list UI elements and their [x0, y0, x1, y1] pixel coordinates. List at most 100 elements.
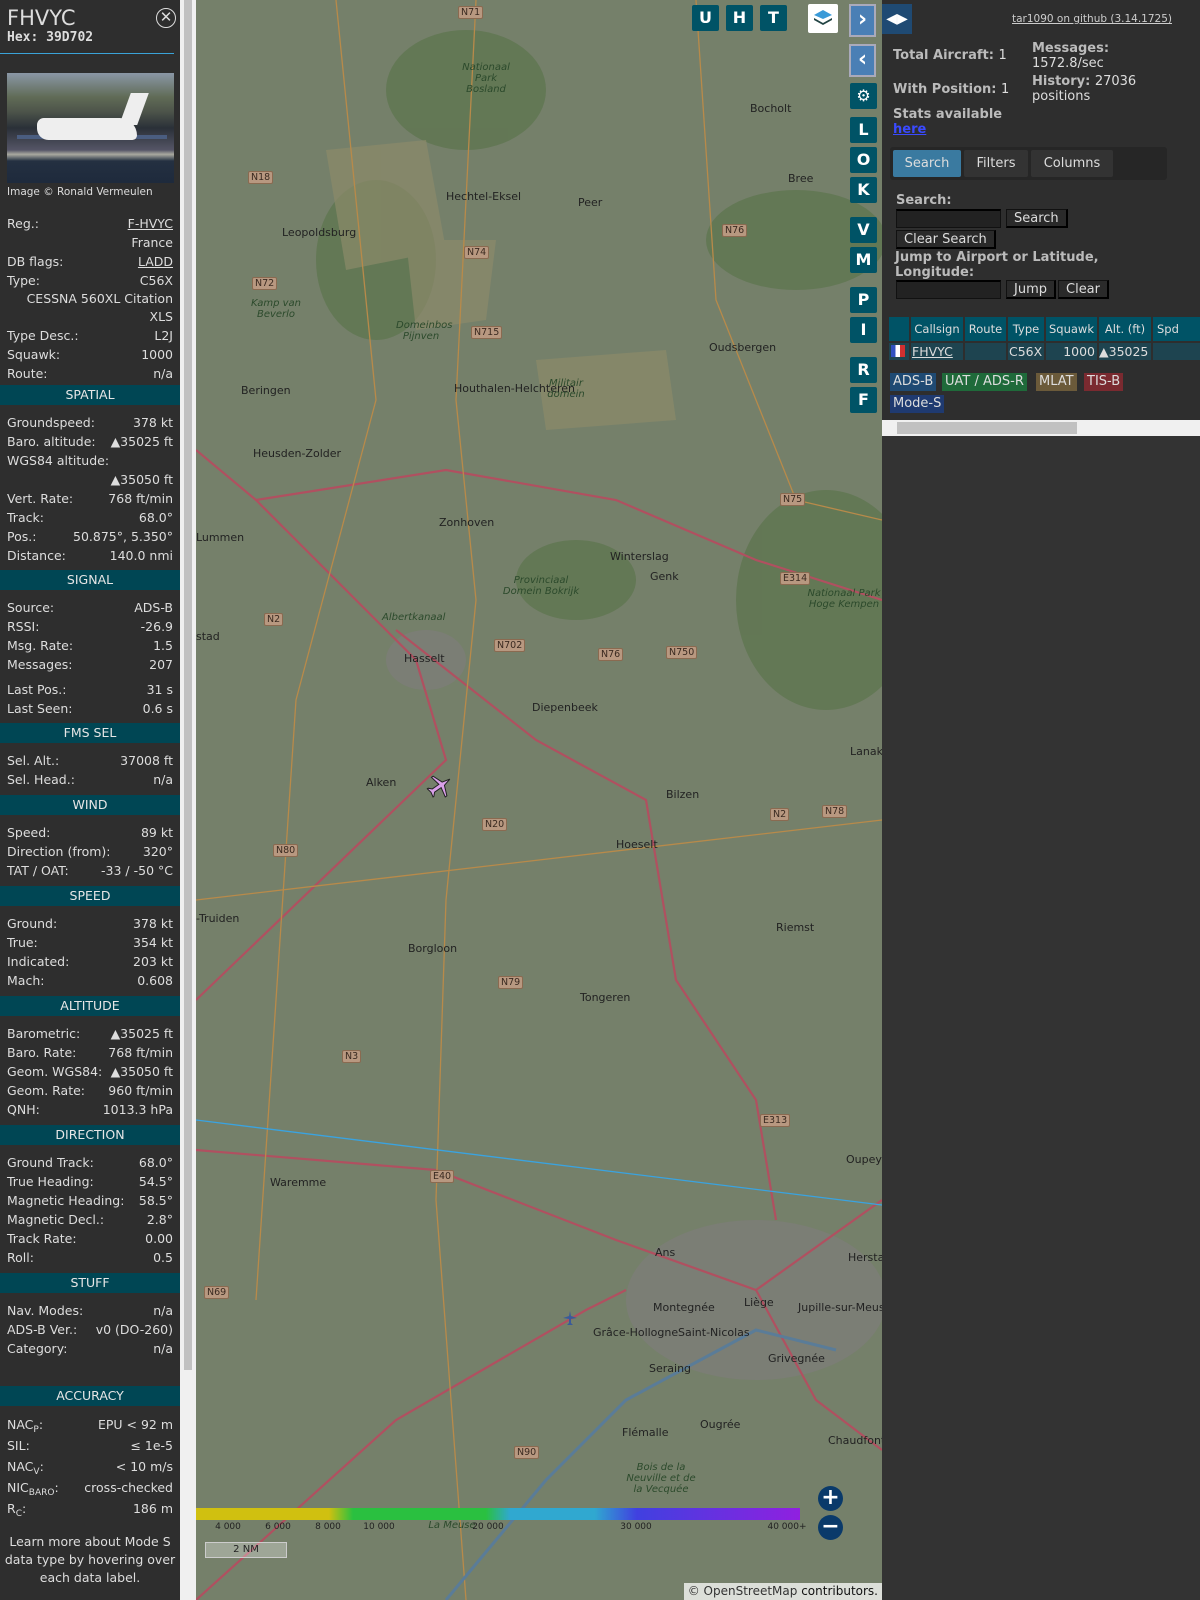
- settings-button[interactable]: ⚙: [850, 83, 877, 109]
- info-row: Baro. Rate: 768 ft/min: [7, 1043, 173, 1062]
- label: Msg. Rate:: [7, 638, 74, 653]
- gear-icon: ⚙: [856, 86, 871, 105]
- info-row: Baro. altitude: ▲35025 ft: [7, 432, 173, 451]
- map-place-label: Hechtel-Eksel: [446, 190, 522, 203]
- section-header-fms[interactable]: FMS SEL: [0, 723, 180, 743]
- section-header-altitude[interactable]: ALTITUDE: [0, 996, 180, 1016]
- toggle-v-button[interactable]: V: [850, 217, 877, 243]
- column-header-route[interactable]: Route: [965, 317, 1006, 341]
- road-number-label: N76: [722, 224, 748, 237]
- aircraft-photo[interactable]: [7, 73, 174, 183]
- map-place-label: Saint-Nicolas: [678, 1326, 750, 1339]
- tab-columns[interactable]: Columns: [1031, 150, 1113, 177]
- label: Category:: [7, 1341, 68, 1356]
- column-header-altitude[interactable]: Alt. (ft): [1099, 317, 1151, 341]
- label: Roll:: [7, 1250, 34, 1265]
- map-place-label: Leopoldsburg: [282, 226, 357, 239]
- toggle-t-button[interactable]: T: [760, 5, 787, 31]
- github-link[interactable]: tar1090 on github (3.14.1725): [1012, 13, 1172, 25]
- map-place-label: Liège: [744, 1296, 774, 1309]
- toggle-k-button[interactable]: K: [850, 177, 877, 203]
- toggle-p-button[interactable]: P: [850, 287, 877, 313]
- hex-code: Hex: 39D702: [0, 30, 174, 54]
- section-header-signal[interactable]: SIGNAL: [0, 570, 180, 590]
- info-row: ADS-B Ver.: v0 (DO-260): [7, 1320, 173, 1339]
- close-icon[interactable]: ✕: [156, 8, 176, 28]
- map-nature-label: Bois de la Neuville et de la Vecquée: [626, 1462, 696, 1495]
- label: Speed:: [7, 825, 51, 840]
- layers-button[interactable]: [808, 4, 838, 33]
- zoom-out-button[interactable]: −: [818, 1515, 843, 1540]
- toggle-h-button[interactable]: H: [726, 5, 753, 31]
- map-place-label: Chaudfontaine: [828, 1434, 882, 1447]
- tab-search[interactable]: Search: [893, 150, 961, 177]
- stats-link[interactable]: here: [893, 122, 926, 137]
- toggle-m-button[interactable]: M: [850, 247, 877, 273]
- column-header-speed[interactable]: Spd: [1153, 317, 1200, 341]
- label: Vert. Rate:: [7, 491, 74, 506]
- value: 1013.3 hPa: [102, 1102, 173, 1117]
- jump-button[interactable]: Jump: [1006, 280, 1056, 299]
- map[interactable]: Peer Hechtel-Eksel Leopoldsburg Bocholt Bree…: [196, 0, 882, 1600]
- map-place-label: Beringen: [241, 384, 291, 397]
- column-header-squawk[interactable]: Squawk: [1046, 317, 1097, 341]
- toggle-u-button[interactable]: U: [692, 5, 719, 31]
- jump-input[interactable]: [896, 280, 1001, 299]
- altitude-scale-label: 20 000: [472, 1522, 504, 1532]
- altitude-color-scale: [196, 1508, 800, 1520]
- section-header-wind[interactable]: WIND: [0, 795, 180, 815]
- learn-more-text: Learn more about Mode S data type by hov…: [4, 1534, 176, 1585]
- clear-search-button[interactable]: Clear Search: [896, 230, 996, 249]
- toggle-f-button[interactable]: F: [850, 387, 877, 413]
- sidebar-scrollbar-thumb[interactable]: [184, 0, 192, 1370]
- table-horizontal-scrollbar[interactable]: [882, 420, 1200, 436]
- label: QNH:: [7, 1102, 40, 1117]
- section-header-speed[interactable]: SPEED: [0, 886, 180, 906]
- info-row: Nav. Modes: n/a: [7, 1301, 173, 1320]
- aircraft-row-type: C56X: [1008, 343, 1044, 360]
- map-place-label: Borgloon: [408, 942, 458, 955]
- clear-button[interactable]: Clear: [1058, 280, 1109, 299]
- altitude-scale-label: 4 000: [215, 1522, 241, 1532]
- collapse-sidebar-button[interactable]: ‹: [849, 44, 876, 77]
- legend-mode-s: Mode-S: [890, 395, 945, 413]
- value: 68.0°: [138, 1155, 173, 1170]
- search-button[interactable]: Search: [1006, 209, 1068, 228]
- value: EPU < 92 m: [97, 1417, 173, 1432]
- label: Baro. altitude:: [7, 434, 96, 449]
- label: Geom. WGS84:: [7, 1064, 103, 1079]
- scrollbar-thumb[interactable]: [897, 422, 1077, 434]
- label: Direction (from):: [7, 844, 111, 859]
- label: RSSI:: [7, 619, 40, 634]
- column-header-type[interactable]: Type: [1008, 317, 1044, 341]
- column-header-callsign[interactable]: Callsign: [911, 317, 963, 341]
- toggle-layout-button[interactable]: ◀▶: [882, 4, 912, 34]
- road-number-label: E314: [780, 572, 811, 585]
- label: NICBARO:: [7, 1480, 59, 1498]
- zoom-in-button[interactable]: +: [818, 1486, 843, 1511]
- tab-filters[interactable]: Filters: [964, 150, 1028, 177]
- label: Indicated:: [7, 954, 70, 969]
- toggle-r-button[interactable]: R: [850, 357, 877, 383]
- section-header-accuracy[interactable]: ACCURACY: [0, 1386, 180, 1406]
- section-header-spatial[interactable]: SPATIAL: [0, 385, 180, 405]
- osm-link[interactable]: OpenStreetMap: [704, 1584, 798, 1598]
- aircraft-icon[interactable]: [426, 772, 454, 800]
- registration-link[interactable]: F-HVYC: [128, 214, 173, 233]
- map-place-label: Hoeselt: [616, 838, 658, 851]
- search-input[interactable]: [896, 209, 1001, 228]
- toggle-i-button[interactable]: I: [850, 317, 877, 343]
- legend-uat-ads-r: UAT / ADS-R: [942, 373, 1027, 391]
- toggle-o-button[interactable]: O: [850, 147, 877, 173]
- info-row: RC: 186 m: [7, 1498, 173, 1519]
- section-header-stuff[interactable]: STUFF: [0, 1273, 180, 1293]
- legend-ads-b: ADS-B: [890, 373, 937, 391]
- expand-sidebar-button[interactable]: ›: [849, 4, 876, 37]
- label: NACV:: [7, 1459, 44, 1477]
- aircraft-row-callsign[interactable]: FHVYC: [911, 343, 963, 360]
- map-place-label: Herstal: [848, 1251, 882, 1264]
- db-flags-link[interactable]: LADD: [138, 252, 173, 271]
- info-row: Distance: 140.0 nmi: [7, 546, 173, 565]
- section-header-direction[interactable]: DIRECTION: [0, 1125, 180, 1145]
- toggle-l-button[interactable]: L: [850, 117, 877, 143]
